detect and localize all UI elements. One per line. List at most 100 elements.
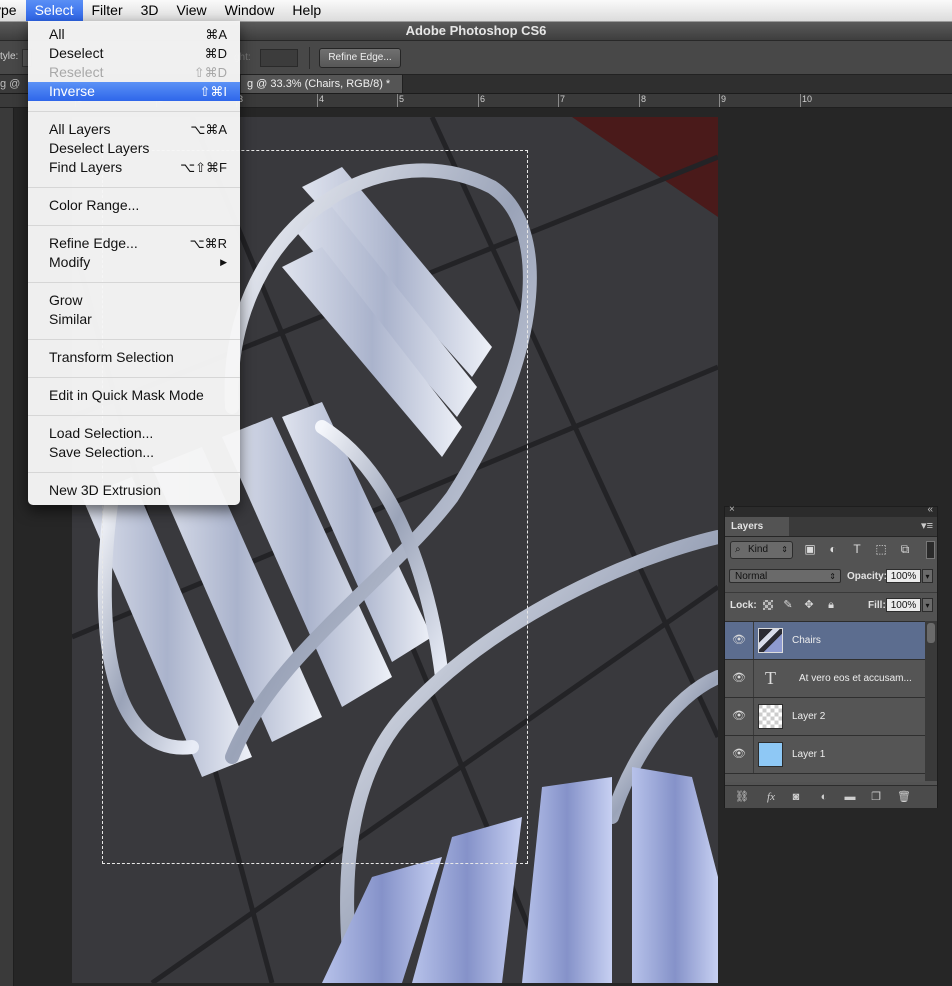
panel-header-strip: × « (725, 504, 937, 517)
menu-item-deselect[interactable]: Deselect ⌘D (28, 44, 240, 63)
menu-item-all-shortcut: ⌘A (205, 27, 227, 42)
menu-item-transform-selection-label: Transform Selection (49, 349, 174, 365)
menu-item-inverse-shortcut: ⇧⌘I (199, 84, 227, 99)
adjustment-layer-icon[interactable]: ◐ (816, 789, 832, 805)
smart-object-filter-icon[interactable]: ⧉ (897, 541, 913, 557)
new-layer-icon[interactable]: ❐ (868, 789, 884, 805)
menu-separator (28, 377, 240, 378)
layer-row-chairs[interactable]: 👁︎ Chairs (725, 622, 925, 660)
eye-icon[interactable]: 👁︎ (725, 622, 754, 659)
panel-menu-icon[interactable]: ▾≡ (921, 519, 933, 532)
ruler-number: 6 (480, 94, 486, 104)
menu-separator (28, 187, 240, 188)
fill-label: Fill: (868, 600, 886, 611)
menu-item-find-layers-label: Find Layers (49, 159, 123, 175)
menu-item-all-layers[interactable]: All Layers ⌥⌘A (28, 120, 240, 139)
filter-kind-label: Kind (748, 544, 769, 555)
layers-scrollbar-thumb[interactable] (927, 623, 935, 643)
tab-document-1[interactable]: g @ 5 (0, 75, 29, 108)
lock-image-pixels-icon[interactable]: ✎ (781, 598, 795, 612)
opacity-dropdown-icon[interactable]: ▾ (922, 569, 933, 583)
ruler-tick (800, 94, 801, 107)
fx-icon[interactable]: fx (763, 789, 779, 805)
menu-item-refine-edge[interactable]: Refine Edge... ⌥⌘R (28, 234, 240, 253)
menu-item-grow[interactable]: Grow (28, 291, 240, 310)
fill-dropdown-icon[interactable]: ▾ (922, 598, 933, 612)
menu-type[interactable]: ype (0, 0, 26, 21)
menu-item-transform-selection[interactable]: Transform Selection (28, 348, 240, 367)
lock-all-icon[interactable]: 🔒︎ (824, 598, 838, 612)
menu-separator (28, 472, 240, 473)
opacity-input[interactable]: 100% (886, 569, 921, 583)
eye-icon[interactable]: 👁︎ (725, 660, 754, 697)
menu-item-inverse-label: Inverse (49, 83, 95, 99)
blend-mode-select[interactable]: Normal ⇕ (729, 569, 841, 583)
collapse-panel-icon[interactable]: « (927, 504, 933, 515)
tab-document-chairs[interactable]: g @ 33.3% (Chairs, RGB/8) * (241, 75, 404, 93)
menu-filter[interactable]: Filter (83, 0, 132, 21)
menu-item-new-3d-extrusion[interactable]: New 3D Extrusion (28, 481, 240, 500)
layers-scrollbar[interactable] (925, 621, 937, 781)
layers-list: 👁︎ Chairs 👁︎ T At vero eos et accusam...… (725, 621, 925, 782)
stepper-arrows-icon: ⇕ (781, 545, 788, 554)
tab-layers[interactable]: Layers (725, 517, 789, 536)
type-filter-icon[interactable]: T (849, 541, 865, 557)
filter-kind-select[interactable]: ⌕ Kind ⇕ (730, 541, 793, 559)
menu-view[interactable]: View (168, 0, 216, 21)
menu-item-load-selection[interactable]: Load Selection... (28, 424, 240, 443)
layer-row-text[interactable]: 👁︎ T At vero eos et accusam... (725, 660, 925, 698)
filter-toggle[interactable] (926, 541, 935, 559)
lock-transparent-pixels-icon[interactable] (763, 600, 773, 610)
layer-name: At vero eos et accusam... (799, 673, 912, 684)
ruler-tick (558, 94, 559, 107)
menu-item-modify[interactable]: Modify ▶ (28, 253, 240, 272)
style-label: tyle: (0, 51, 19, 62)
layers-bottom-toolbar: ⛓︎ fx ◙ ◐ ▬ ❐ 🗑︎ (725, 785, 937, 808)
pixel-filter-icon[interactable]: ▣ (802, 541, 818, 557)
select-menu-dropdown: All ⌘A Deselect ⌘D Reselect ⇧⌘D Inverse … (28, 21, 240, 505)
close-icon[interactable]: × (729, 504, 735, 515)
menu-separator (28, 339, 240, 340)
ruler-tick (639, 94, 640, 107)
menu-item-deselect-layers[interactable]: Deselect Layers (28, 139, 240, 158)
layer-row-layer-2[interactable]: 👁︎ Layer 2 (725, 698, 925, 736)
menu-item-all[interactable]: All ⌘A (28, 25, 240, 44)
fill-input[interactable]: 100% (886, 598, 921, 612)
link-layers-icon[interactable]: ⛓︎ (734, 789, 750, 805)
menu-item-color-range[interactable]: Color Range... (28, 196, 240, 215)
trash-icon[interactable]: 🗑︎ (896, 789, 912, 805)
layer-thumbnail (758, 704, 783, 729)
menu-item-similar-label: Similar (49, 311, 92, 327)
menu-separator (28, 111, 240, 112)
add-mask-icon[interactable]: ◙ (788, 789, 804, 805)
menu-item-save-selection[interactable]: Save Selection... (28, 443, 240, 462)
height-input[interactable] (260, 49, 298, 67)
menu-separator (28, 415, 240, 416)
text-layer-icon: T (765, 668, 776, 688)
ruler-number: 9 (721, 94, 727, 104)
layer-thumbnail (758, 628, 783, 653)
lock-position-icon[interactable]: ✥ (802, 598, 816, 612)
adjustment-filter-icon[interactable]: ◐ (825, 541, 841, 557)
menu-item-color-range-label: Color Range... (49, 197, 140, 213)
new-group-icon[interactable]: ▬ (842, 789, 858, 805)
eye-icon[interactable]: 👁︎ (725, 698, 754, 735)
panel-tab-row: Layers ▾≡ (725, 517, 937, 537)
menu-item-inverse[interactable]: Inverse ⇧⌘I (28, 82, 240, 101)
menu-window[interactable]: Window (216, 0, 284, 21)
refine-edge-button[interactable]: Refine Edge... (319, 48, 401, 68)
menu-item-save-selection-label: Save Selection... (49, 444, 155, 460)
menu-separator (28, 282, 240, 283)
menu-item-load-selection-label: Load Selection... (49, 425, 154, 441)
menu-item-quick-mask[interactable]: Edit in Quick Mask Mode (28, 386, 240, 405)
menu-help[interactable]: Help (283, 0, 330, 21)
shape-filter-icon[interactable]: ⬚ (873, 541, 889, 557)
menu-item-reselect: Reselect ⇧⌘D (28, 63, 240, 82)
menu-item-similar[interactable]: Similar (28, 310, 240, 329)
menu-item-find-layers[interactable]: Find Layers ⌥⇧⌘F (28, 158, 240, 177)
menu-select[interactable]: Select (25, 0, 83, 21)
menu-3d[interactable]: 3D (132, 0, 168, 21)
menu-separator (28, 225, 240, 226)
layer-row-layer-1[interactable]: 👁︎ Layer 1 (725, 736, 925, 774)
eye-icon[interactable]: 👁︎ (725, 736, 754, 773)
